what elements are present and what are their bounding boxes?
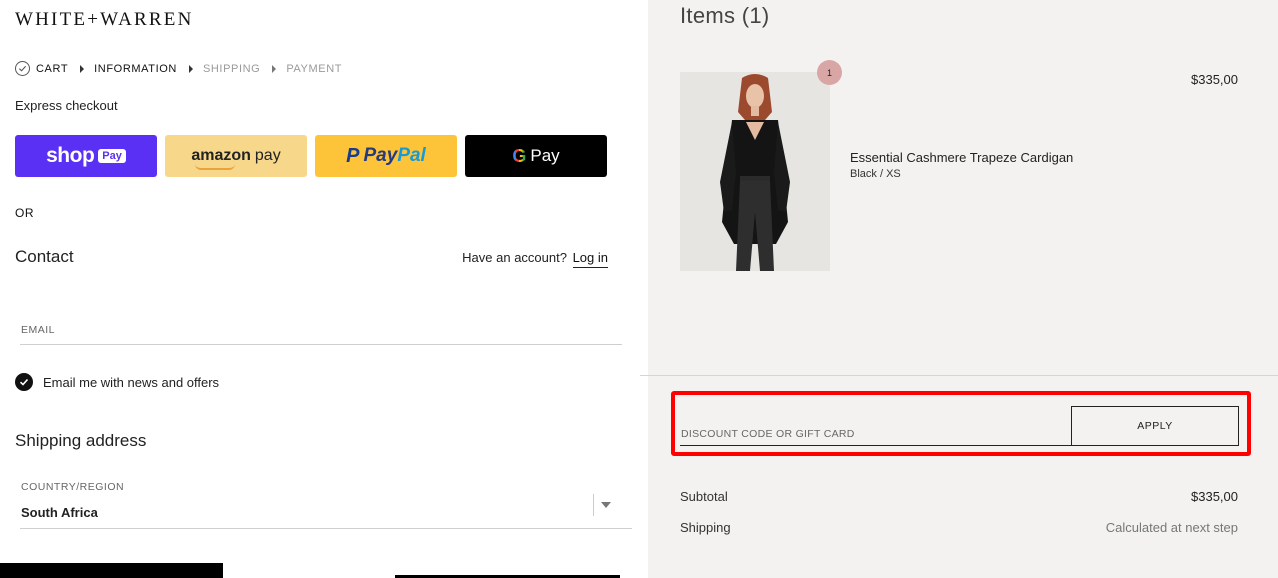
chevron-right-icon bbox=[272, 64, 277, 73]
google-pay-word: Pay bbox=[530, 146, 560, 165]
discount-section-highlight: DISCOUNT CODE OR GIFT CARD APPLY bbox=[671, 391, 1251, 456]
subtotal-row: Subtotal $335,00 bbox=[680, 489, 1238, 504]
breadcrumb-shipping: SHIPPING bbox=[202, 62, 261, 75]
checkout-main: WHITE+WARREN CART INFORMATION SHIPPING P… bbox=[0, 0, 648, 578]
amazon-pay-word: pay bbox=[254, 147, 281, 164]
have-account-label: Have an account? bbox=[462, 250, 567, 265]
chevron-right-icon bbox=[188, 64, 193, 73]
country-label: COUNTRY/REGION bbox=[21, 481, 125, 493]
breadcrumb-payment: PAYMENT bbox=[286, 62, 343, 75]
discount-code-input[interactable] bbox=[680, 406, 1071, 445]
paypal-word-b: Pal bbox=[397, 145, 426, 166]
product-image bbox=[680, 72, 830, 271]
discount-code-field[interactable]: DISCOUNT CODE OR GIFT CARD bbox=[680, 406, 1071, 446]
shipping-value: Calculated at next step bbox=[1105, 520, 1238, 535]
contact-heading: Contact bbox=[15, 247, 74, 266]
amazon-word: amazon bbox=[191, 147, 251, 164]
breadcrumb: CART INFORMATION SHIPPING PAYMENT bbox=[15, 61, 342, 76]
express-checkout-label: Express checkout bbox=[15, 98, 118, 113]
shop-pay-tag: Pay bbox=[98, 149, 126, 163]
newsletter-label: Email me with news and offers bbox=[43, 374, 220, 390]
order-summary: Items (1) 1 Essential Cashmere Trapeze C… bbox=[640, 0, 1278, 578]
email-input[interactable] bbox=[20, 316, 622, 344]
newsletter-option[interactable]: Email me with news and offers bbox=[15, 373, 219, 391]
country-select[interactable]: COUNTRY/REGION South Africa bbox=[20, 474, 632, 529]
or-divider-label: OR bbox=[15, 206, 34, 220]
shipping-address-heading: Shipping address bbox=[15, 431, 147, 450]
email-field[interactable]: EMAIL bbox=[20, 316, 622, 345]
login-link[interactable]: Log in bbox=[572, 250, 608, 268]
newsletter-checkbox[interactable] bbox=[15, 373, 33, 391]
summary-divider bbox=[640, 375, 1278, 376]
amazon-smile-icon bbox=[195, 164, 236, 170]
paypal-icon: P bbox=[346, 144, 360, 167]
check-circle-icon bbox=[15, 61, 30, 76]
shipping-row: Shipping Calculated at next step bbox=[680, 520, 1238, 535]
shop-pay-button[interactable]: shop Pay bbox=[15, 135, 157, 177]
checkmark-icon bbox=[19, 378, 29, 386]
select-divider bbox=[593, 494, 594, 516]
have-account-text: Have an account? Log in bbox=[462, 250, 608, 268]
product-price: $335,00 bbox=[1191, 72, 1238, 87]
paypal-word-a: Pay bbox=[363, 145, 398, 166]
breadcrumb-information: INFORMATION bbox=[94, 62, 177, 75]
items-heading: Items (1) bbox=[680, 3, 770, 28]
chevron-down-icon bbox=[601, 502, 611, 508]
subtotal-value: $335,00 bbox=[1191, 489, 1238, 504]
chevron-right-icon bbox=[80, 64, 85, 73]
country-value: South Africa bbox=[21, 505, 98, 520]
shop-pay-logo: shop bbox=[46, 144, 95, 167]
amazon-logo: amazon bbox=[191, 147, 251, 170]
subtotal-label: Subtotal bbox=[680, 489, 728, 504]
google-g-icon: G bbox=[512, 145, 527, 166]
product-variant: Black / XS bbox=[850, 168, 901, 180]
paypal-logo: PayPal bbox=[364, 145, 426, 167]
bottom-button-partial[interactable] bbox=[0, 563, 223, 578]
quantity-badge: 1 bbox=[817, 60, 842, 85]
brand-logo[interactable]: WHITE+WARREN bbox=[15, 9, 194, 31]
express-payment-buttons: shop Pay amazon pay P PayPal G Pay bbox=[15, 135, 607, 177]
product-name: Essential Cashmere Trapeze Cardigan bbox=[850, 150, 1074, 165]
paypal-button[interactable]: P PayPal bbox=[315, 135, 457, 177]
shipping-label: Shipping bbox=[680, 520, 731, 535]
amazon-pay-button[interactable]: amazon pay bbox=[165, 135, 307, 177]
apply-discount-button[interactable]: APPLY bbox=[1071, 406, 1239, 446]
google-pay-button[interactable]: G Pay bbox=[465, 135, 607, 177]
breadcrumb-cart[interactable]: CART bbox=[36, 63, 68, 75]
